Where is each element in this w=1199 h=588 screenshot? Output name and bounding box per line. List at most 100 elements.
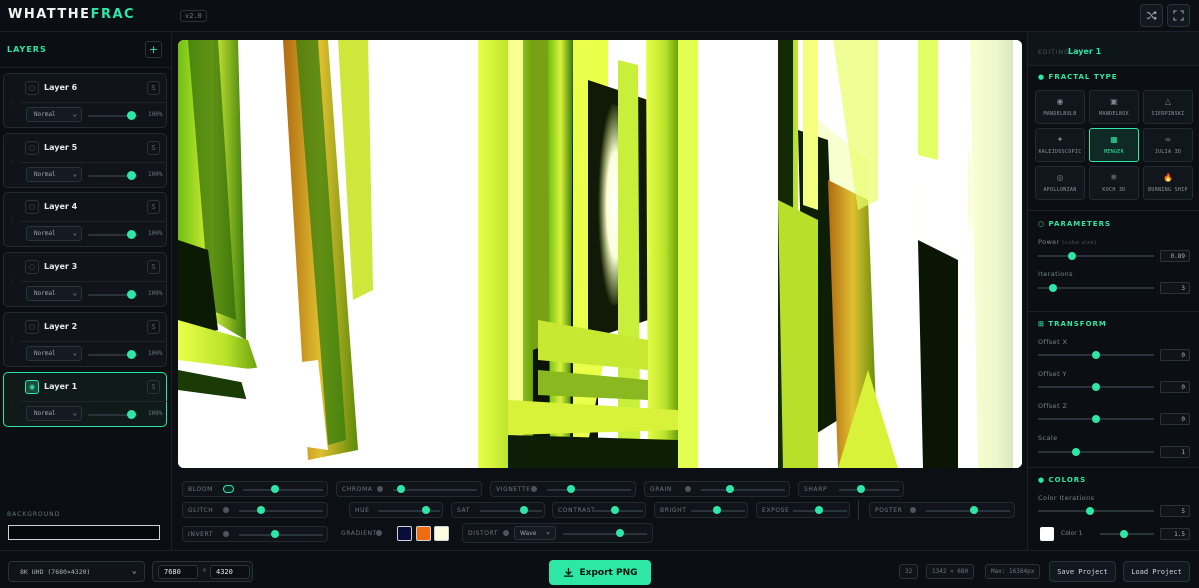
fx-sat[interactable]: SAT [451,502,545,518]
power-knob[interactable] [1068,252,1076,260]
fractal-type-apollonian[interactable]: ◎ APOLLONIAN [1035,166,1085,200]
fx-vignette-toggle[interactable] [531,486,537,492]
fractal-type-julia-3d[interactable]: ∞ JULIA 3D [1143,128,1193,162]
layer-item[interactable]: ⋮ ○ Layer 2 S Normal ⌄ 100% [3,312,167,367]
solo-button[interactable]: S [147,320,160,334]
fractal-type-burning-ship[interactable]: 🔥 BURNING SHIP [1143,166,1193,200]
blend-mode-select[interactable]: Normal ⌄ [26,286,82,301]
fractal-type-kaleidoscopic[interactable]: ✦ KALEIDOSCOPIC [1035,128,1085,162]
blend-mode-select[interactable]: Normal ⌄ [26,107,82,122]
drag-handle-icon[interactable]: ⋮ [9,338,15,345]
fx-contrast[interactable]: CONTRAST [552,502,646,518]
distort-mode-select[interactable]: Wave ⌄ [514,526,556,540]
opacity-knob[interactable] [127,111,136,120]
blend-mode-select[interactable]: Normal ⌄ [26,167,82,182]
solo-button[interactable]: S [147,141,160,155]
iterations-value[interactable]: 3 [1160,282,1190,294]
fx-distort-toggle[interactable] [503,530,509,536]
layer-item[interactable]: ⋮ ○ Layer 5 S Normal ⌄ 100% [3,133,167,188]
fx-invert-toggle[interactable] [223,531,229,537]
fx-glitch-slider[interactable] [239,510,323,512]
fx-poster-slider[interactable] [926,510,1010,512]
fx-vignette-knob[interactable] [567,485,575,493]
fx-grain-knob[interactable] [726,485,734,493]
fx-contrast-knob[interactable] [611,506,619,514]
solo-button[interactable]: S [147,260,160,274]
fx-sharp-slider[interactable] [839,489,899,491]
fx-sharp-knob[interactable] [857,485,865,493]
fx-expose-knob[interactable] [815,506,823,514]
fractal-canvas[interactable] [178,40,1022,468]
scale-value[interactable]: 1 [1160,446,1190,458]
color-iterations-value[interactable]: 5 [1160,505,1190,517]
fx-chroma-slider[interactable] [393,489,477,491]
fx-vignette[interactable]: VIGNETTE [490,481,636,497]
gradient-color-2[interactable] [416,526,431,541]
color-1-swatch[interactable] [1040,527,1054,541]
fx-distort-slider[interactable] [563,533,647,535]
solo-button[interactable]: S [147,200,160,214]
fx-bright[interactable]: BRIGHT [654,502,748,518]
eye-icon[interactable]: ○ [25,200,39,214]
fx-hue-slider[interactable] [378,510,440,512]
offset-y-value[interactable]: 0 [1160,381,1190,393]
blend-mode-select[interactable]: Normal ⌄ [26,346,82,361]
color-iterations-knob[interactable] [1086,507,1094,515]
fx-vignette-slider[interactable] [547,489,631,491]
iterations-knob[interactable] [1049,284,1057,292]
fx-sat-slider[interactable] [480,510,542,512]
power-value[interactable]: 0.89 [1160,250,1190,262]
fx-poster[interactable]: POSTER [869,502,1015,518]
fractal-type-mandelbox[interactable]: ▣ MANDELBOX [1089,90,1139,124]
layer-item[interactable]: ⋮ ○ Layer 4 S Normal ⌄ 100% [3,192,167,247]
color-iterations-slider[interactable] [1038,510,1154,512]
drag-handle-icon[interactable]: ⋮ [9,159,15,166]
fx-gradient-toggle[interactable] [376,530,382,536]
fx-invert-slider[interactable] [239,534,323,536]
opacity-knob[interactable] [127,410,136,419]
fx-chroma-toggle[interactable] [377,486,383,492]
fx-invert[interactable]: INVERT [182,526,328,542]
fractal-type-mandelbulb[interactable]: ◉ MANDELBULB [1035,90,1085,124]
opacity-knob[interactable] [127,290,136,299]
fx-bloom-slider[interactable] [243,489,323,491]
layer-item[interactable]: ⋮ ○ Layer 3 S Normal ⌄ 100% [3,252,167,307]
fx-grain-slider[interactable] [701,489,785,491]
offset-x-knob[interactable] [1092,351,1100,359]
add-layer-button[interactable]: + [145,41,162,58]
fx-poster-toggle[interactable] [910,507,916,513]
fractal-type-sierpinski[interactable]: △ SIERPINSKI [1143,90,1193,124]
fx-glitch[interactable]: GLITCH [182,502,328,518]
power-slider[interactable] [1038,255,1154,257]
fx-poster-knob[interactable] [970,506,978,514]
eye-icon[interactable]: ◉ [25,380,39,394]
fx-grain-toggle[interactable] [685,486,691,492]
fx-chroma[interactable]: CHROMA [336,481,482,497]
background-color-swatch[interactable] [8,525,160,540]
fx-sat-knob[interactable] [520,506,528,514]
fx-distort[interactable]: DISTORT [462,523,653,543]
fx-bright-knob[interactable] [713,506,721,514]
gradient-color-3[interactable] [434,526,449,541]
export-png-button[interactable]: Export PNG [549,560,651,585]
offset-z-knob[interactable] [1092,415,1100,423]
shuffle-button[interactable] [1140,4,1163,27]
scale-knob[interactable] [1072,448,1080,456]
fx-hue-knob[interactable] [422,506,430,514]
fx-distort-knob[interactable] [616,529,624,537]
fx-glitch-toggle[interactable] [223,507,229,513]
solo-button[interactable]: S [147,81,160,95]
opacity-knob[interactable] [127,350,136,359]
solo-button[interactable]: S [147,380,160,394]
offset-y-knob[interactable] [1092,383,1100,391]
height-input[interactable]: 4320 [210,565,250,579]
scale-slider[interactable] [1038,451,1154,453]
fx-bloom-knob[interactable] [271,485,279,493]
color-1-knob[interactable] [1120,530,1128,538]
eye-icon[interactable]: ○ [25,81,39,95]
drag-handle-icon[interactable]: ⋮ [9,218,15,225]
fx-sharp[interactable]: SHARP [798,481,904,497]
fx-grain[interactable]: GRAIN [644,481,790,497]
offset-z-value[interactable]: 0 [1160,413,1190,425]
drag-handle-icon[interactable]: ⋮ [9,398,15,405]
